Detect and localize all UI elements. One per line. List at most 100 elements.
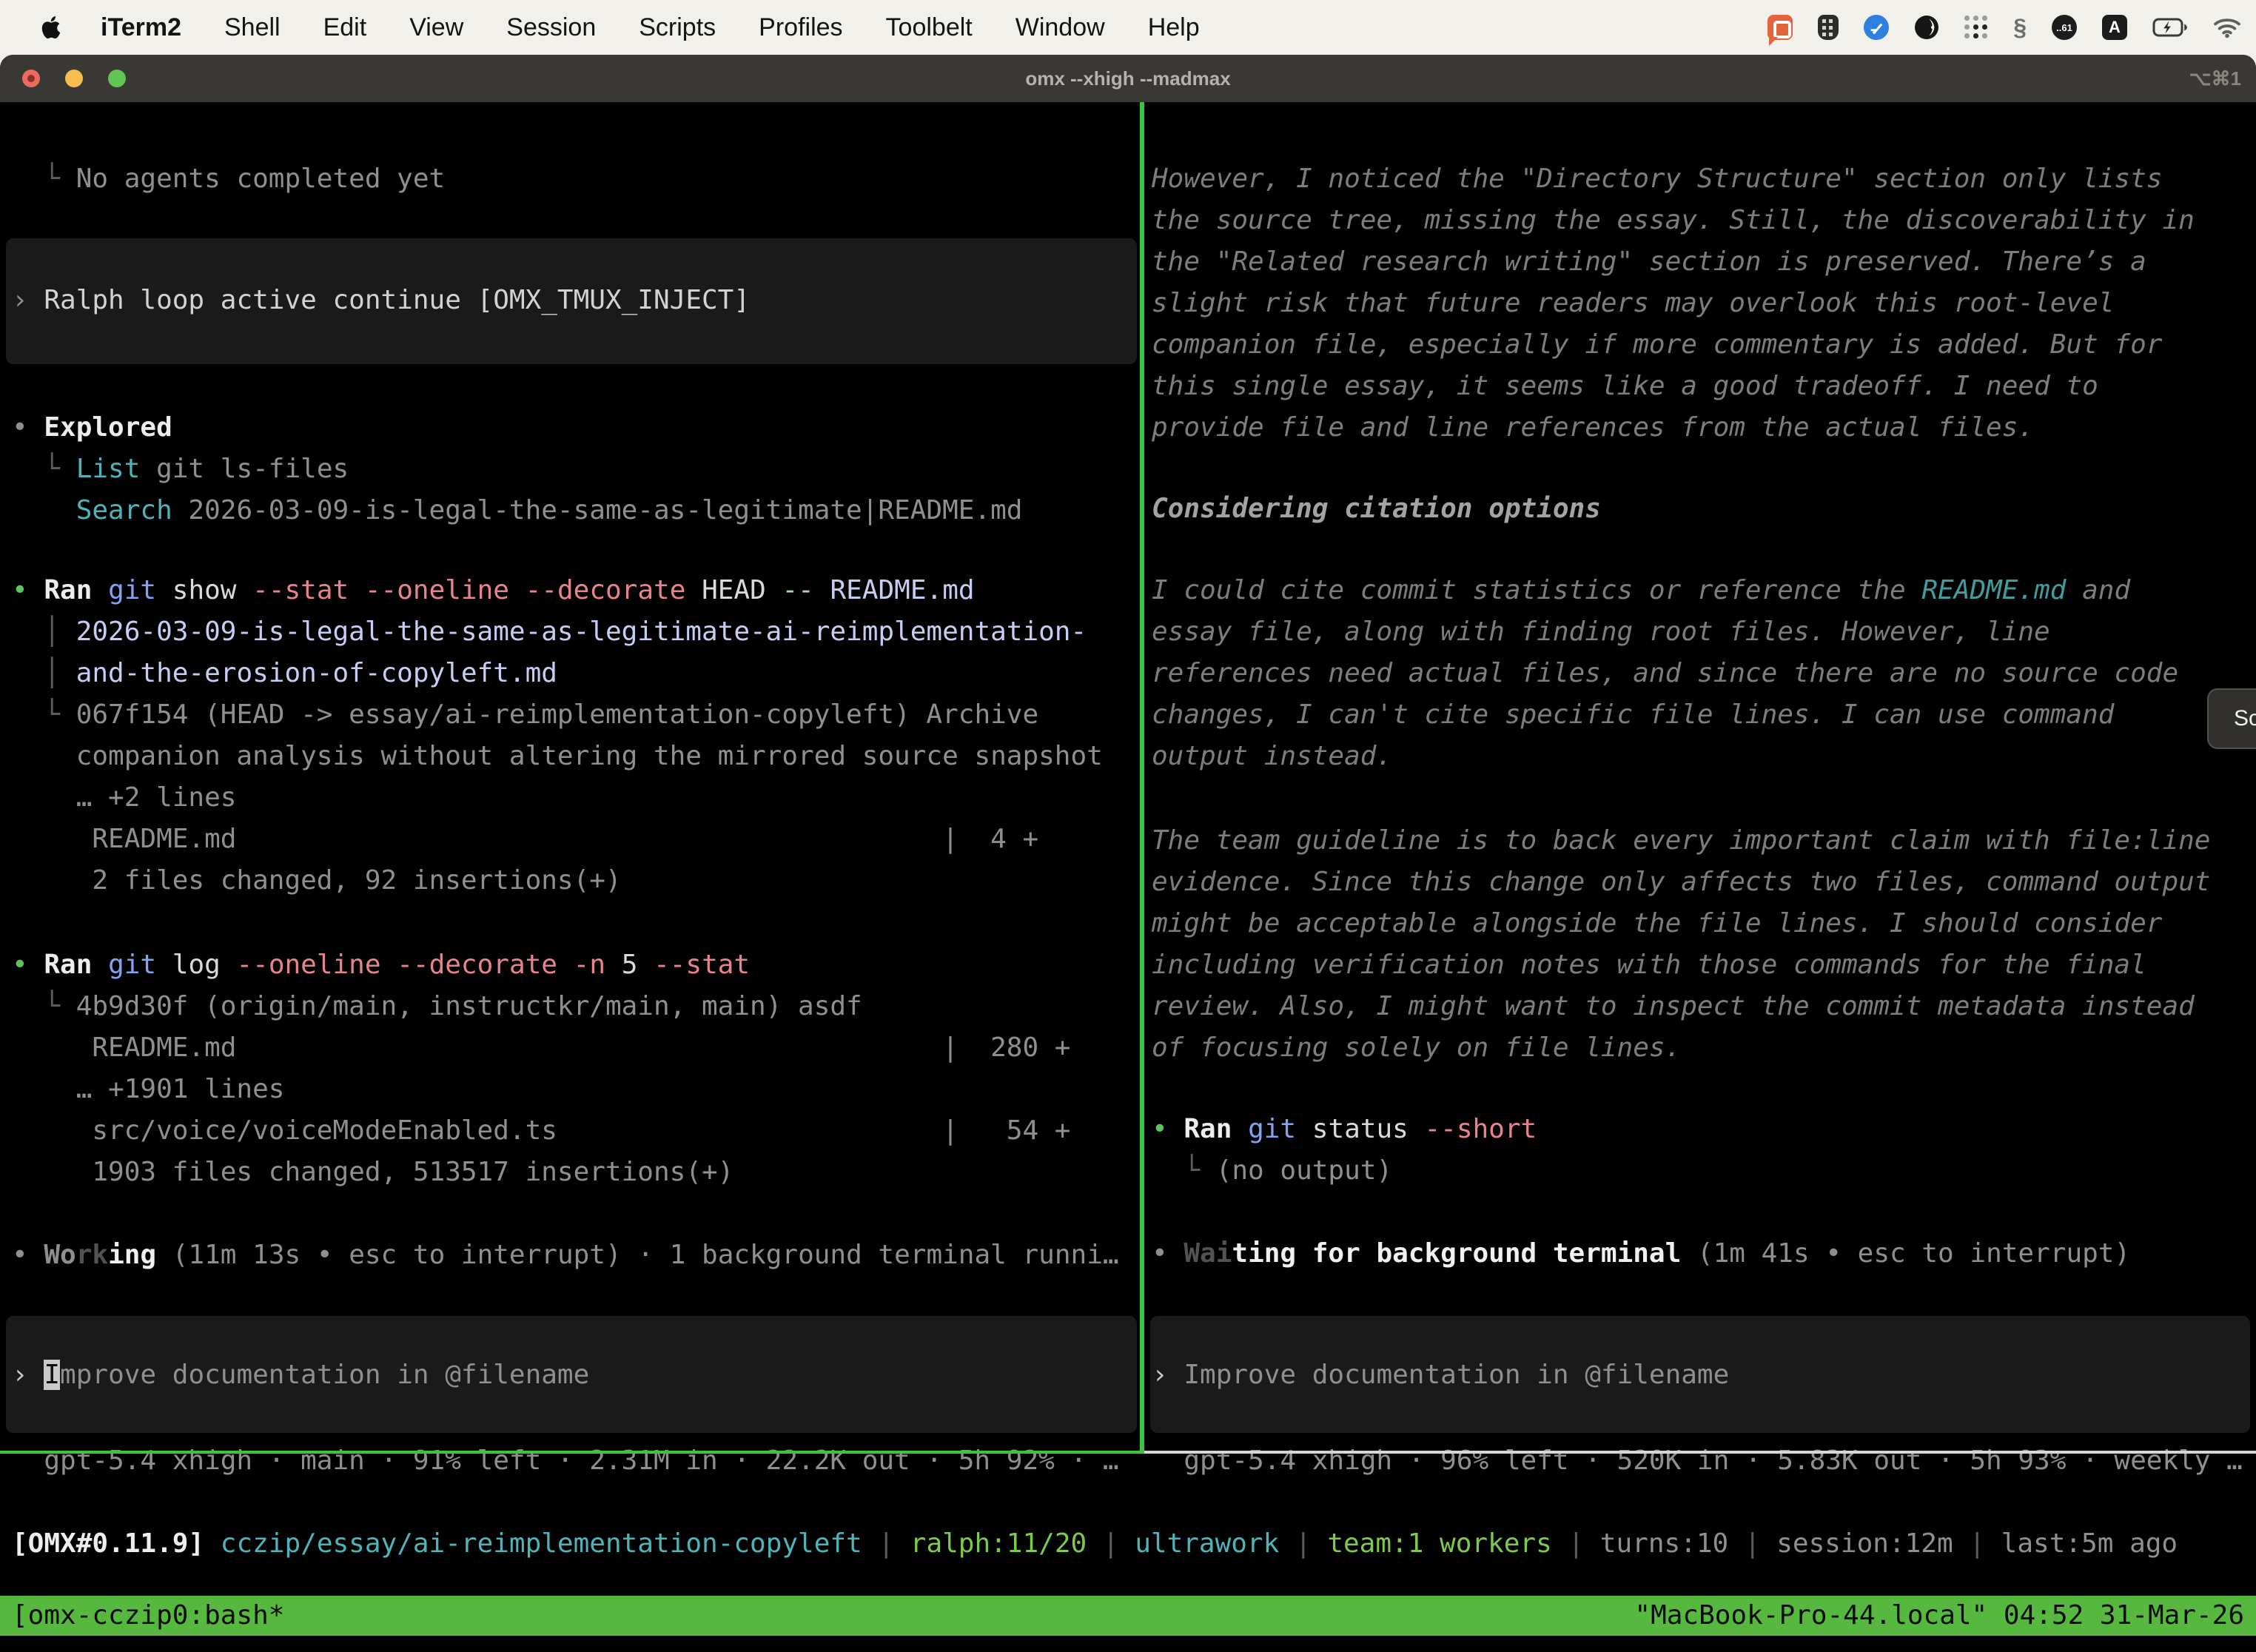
terminal-line: essay file, along with finding root file… [1152,611,2178,653]
terminal-line: • Waiting for background terminal (1m 41… [1152,1233,2130,1275]
terminal-line: • Ran git show --stat --oneline --decora… [12,570,1103,611]
terminal-line: • Ran git status --short [1152,1109,1537,1150]
terminal-line: changes, I can't cite specific file line… [1152,694,2178,736]
terminal-line: provide file and line references from th… [1152,407,2195,449]
terminal-line: the source tree, missing the essay. Stil… [1152,200,2195,241]
menu-item-shell[interactable]: Shell [224,13,281,42]
waiting-status-line: • Waiting for background terminal (1m 41… [1152,1233,2130,1275]
terminal-line: output instead. [1152,736,2178,777]
iterm-window: omx --xhigh --madmax ⌥⌘1 └ No agents com… [0,55,2256,1652]
terminal-line: │ and-the-erosion-of-copyleft.md [12,653,1103,694]
screen-tooltip: Scre [2207,688,2256,749]
git-log-section: • Ran git log --oneline --decorate -n 5 … [12,944,1070,1193]
pane-border-bottom-right [1144,1451,2256,1454]
prompt-input-left[interactable]: › Improve documentation in @filename [6,1316,1137,1433]
model-status-right: gpt-5.4 xhigh · 96% left · 520K in · 5.8… [1152,1440,2243,1482]
menu-item-profiles[interactable]: Profiles [759,13,842,42]
terminal-line: • Working (11m 13s • esc to interrupt) ·… [12,1235,1119,1276]
ralph-loop-banner: › Ralph loop active continue [OMX_TMUX_I… [6,238,1137,364]
terminal-line: 2 files changed, 92 insertions(+) [12,860,1103,901]
terminal-line: However, I noticed the "Directory Struct… [1152,158,2195,200]
terminal-line: this single essay, it seems like a good … [1152,366,2195,407]
prompt-input-right[interactable]: › Improve documentation in @filename [1150,1316,2250,1433]
terminal-line: 1903 files changed, 513517 insertions(+) [12,1152,1070,1193]
terminal-line: [OMX#0.11.9] cczip/essay/ai-reimplementa… [12,1523,2178,1565]
terminal-line: companion analysis without altering the … [12,736,1103,777]
terminal-line: … +1901 lines [12,1069,1070,1110]
terminal-line: might be acceptable alongside the file l… [1152,903,2210,944]
terminal-line: Considering citation options [1152,488,1601,530]
terminal-line: • Explored [12,407,1022,449]
keypad-shield-icon[interactable] [1818,15,1839,40]
chat-bubble-icon[interactable] [1767,15,1793,40]
menu-item-help[interactable]: Help [1148,13,1200,42]
terminal-line: evidence. Since this change only affects… [1152,862,2210,903]
terminal-line: └ 4b9d30f (origin/main, instructkr/main,… [12,986,1070,1027]
percent-badge-icon[interactable]: ..61 [2052,15,2077,40]
terminal-line: › Ralph loop active continue [OMX_TMUX_I… [12,280,1143,321]
window-titlebar[interactable]: omx --xhigh --madmax ⌥⌘1 [0,55,2256,102]
window-title: omx --xhigh --madmax [0,55,2256,102]
thinking-paragraph-1: However, I noticed the "Directory Struct… [1152,158,2195,449]
terminal-line: › Improve documentation in @filename [1152,1354,2252,1396]
terminal-line: references need actual files, and since … [1152,653,2178,694]
working-status-line: • Working (11m 13s • esc to interrupt) ·… [12,1235,1119,1276]
agents-status-line: └ No agents completed yet [12,158,445,200]
explored-section: • Explored └ List git ls-files Search 20… [12,407,1022,531]
menu-item-iterm2[interactable]: iTerm2 [101,13,181,42]
apple-menu-icon[interactable] [40,14,62,41]
menu-item-window[interactable]: Window [1015,13,1105,42]
dots-grid-icon[interactable] [1964,16,1988,39]
git-show-section: • Ran git show --stat --oneline --decora… [12,570,1103,901]
terminal-content[interactable]: └ No agents completed yet › Ralph loop a… [0,102,2256,1652]
desktop: { "colors": { "text_gray": "#8f8f8f", "t… [0,0,2256,1652]
terminal-line: src/voice/voiceModeEnabled.ts | 54 + [12,1110,1070,1152]
menu-item-edit[interactable]: Edit [323,13,367,42]
thinking-paragraph-2: I could cite commit statistics or refere… [1152,570,2178,777]
terminal-line: └ (no output) [1152,1150,1537,1192]
window-shortcut-badge: ⌥⌘1 [2189,55,2241,102]
terminal-line: of focusing solely on file lines. [1152,1027,2210,1069]
s-glyph-icon[interactable]: § [2013,16,2027,39]
terminal-line: The team guideline is to back every impo… [1152,820,2210,862]
menu-item-view[interactable]: View [409,13,463,42]
terminal-line: gpt-5.4 xhigh · 96% left · 520K in · 5.8… [1152,1440,2243,1482]
menu-bar: iTerm2 Shell Edit View Session Scripts Profil… [0,0,2256,55]
terminal-line: gpt-5.4 xhigh · main · 91% left · 2.31M … [12,1440,1119,1482]
terminal-line: README.md | 4 + [12,819,1103,860]
menubar-status-icons: § ..61 A [1767,0,2241,55]
terminal-line: README.md | 280 + [12,1027,1070,1069]
crescent-circle-icon[interactable] [1914,15,1939,40]
terminal-line: › Improve documentation in @filename [12,1354,1143,1396]
terminal-line: including verification notes with those … [1152,944,2210,986]
model-status-left: gpt-5.4 xhigh · main · 91% left · 2.31M … [12,1440,1119,1482]
terminal-line: └ No agents completed yet [12,158,445,200]
wifi-icon[interactable] [2213,16,2241,38]
terminal-line: slight risk that future readers may over… [1152,283,2195,324]
tmux-host-clock: "MacBook-Pro-44.local" 04:52 31-Mar-26 [1634,1596,2244,1636]
blue-badge-icon[interactable] [1864,15,1889,40]
menu-item-toolbelt[interactable]: Toolbelt [886,13,973,42]
terminal-line: I could cite commit statistics or refere… [1152,570,2178,611]
pane-divider[interactable] [1140,102,1144,1451]
battery-icon[interactable] [2152,18,2188,37]
terminal-line: └ List git ls-files [12,449,1022,490]
terminal-line: • Ran git log --oneline --decorate -n 5 … [12,944,1070,986]
menu-item-session[interactable]: Session [506,13,596,42]
thinking-heading: Considering citation options [1152,488,1601,530]
terminal-line: │ 2026-03-09-is-legal-the-same-as-legiti… [12,611,1103,653]
terminal-line: review. Also, I might want to inspect th… [1152,986,2210,1027]
input-source-icon[interactable]: A [2102,15,2127,40]
tmux-session-label: [omx-cczip0:bash* [12,1596,284,1636]
terminal-line: companion file, especially if more comme… [1152,324,2195,366]
terminal-line: the "Related research writing" section i… [1152,241,2195,283]
omx-status-line: [OMX#0.11.9] cczip/essay/ai-reimplementa… [12,1523,2178,1565]
terminal-line: … +2 lines [12,777,1103,819]
tmux-status-bar: [omx-cczip0:bash* "MacBook-Pro-44.local"… [0,1596,2256,1636]
menu-item-scripts[interactable]: Scripts [639,13,716,42]
pane-border-bottom-left [0,1451,1144,1454]
thinking-paragraph-3: The team guideline is to back every impo… [1152,820,2210,1069]
git-status-section: • Ran git status --short └ (no output) [1152,1109,1537,1192]
terminal-line: Search 2026-03-09-is-legal-the-same-as-l… [12,490,1022,531]
terminal-line: └ 067f154 (HEAD -> essay/ai-reimplementa… [12,694,1103,736]
